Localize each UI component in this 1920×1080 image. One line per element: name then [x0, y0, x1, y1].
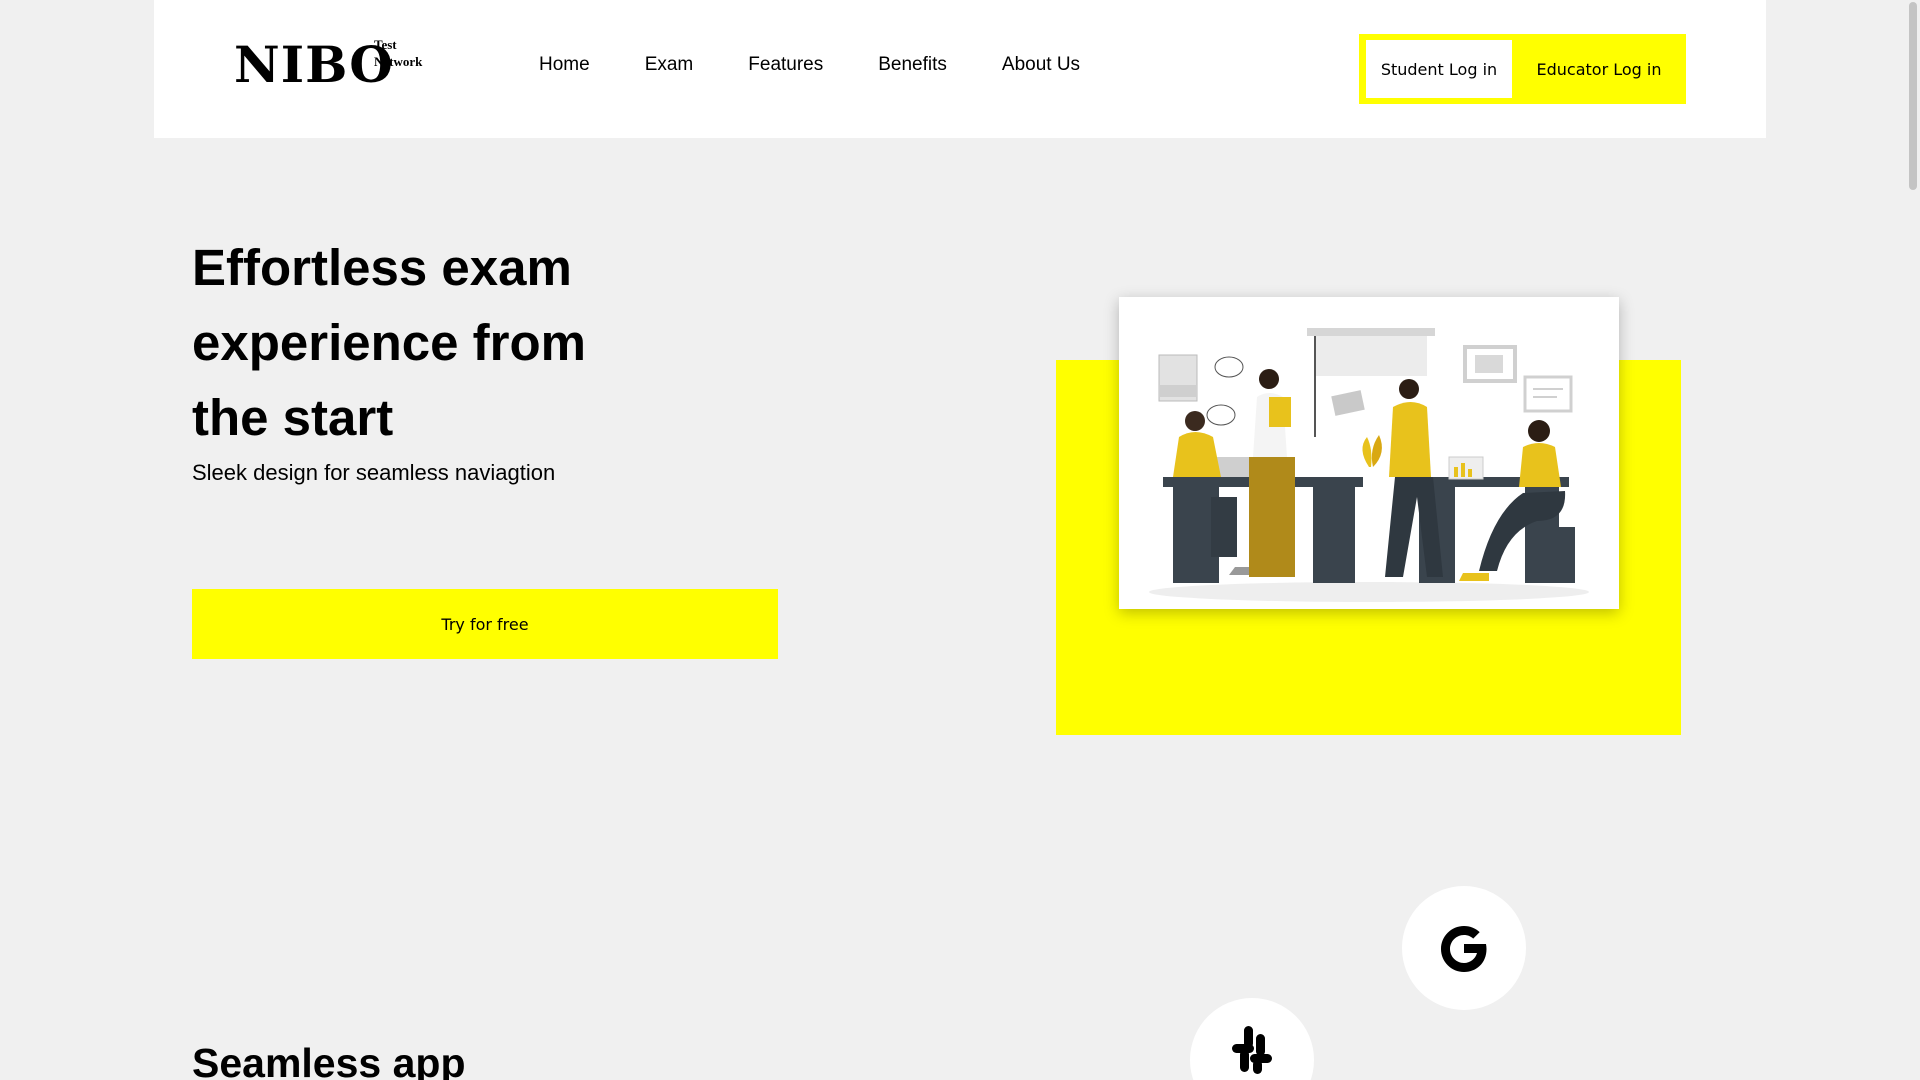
google-icon — [1441, 926, 1487, 972]
nav-about-us[interactable]: About Us — [1002, 54, 1080, 76]
hero-title-line-2: experience from — [192, 314, 587, 371]
page-scrollbar[interactable] — [1905, 0, 1920, 1080]
office-team-illustration — [1149, 328, 1589, 602]
nav-benefits[interactable]: Benefits — [878, 54, 947, 76]
scrollbar-thumb[interactable] — [1909, 2, 1917, 190]
hero-title-line-3: the start — [192, 389, 394, 446]
section-title: Seamless app — [192, 1040, 466, 1080]
hero-title-line-1: Effortless exam — [192, 239, 572, 296]
logo-tagline: Test Network — [374, 36, 422, 70]
hero-title: Effortless exam experience from the star… — [192, 230, 792, 455]
nav-features[interactable]: Features — [748, 54, 823, 76]
login-button-group: Student Log in Educator Log in — [1359, 34, 1686, 104]
nav-exam[interactable]: Exam — [645, 54, 694, 76]
student-login-button[interactable]: Student Log in — [1366, 40, 1512, 98]
logo[interactable]: NIBO Test Network — [234, 34, 454, 94]
google-integration-badge — [1402, 886, 1526, 1010]
hero-subtitle: Sleek design for seamless naviagtion — [192, 460, 556, 485]
slack-icon — [1232, 1026, 1272, 1074]
try-for-free-button[interactable]: Try for free — [192, 589, 778, 659]
main-nav: Home Exam Features Benefits About Us — [539, 54, 1135, 76]
slack-integration-badge — [1190, 998, 1314, 1080]
logo-tagline-line-2: Network — [374, 54, 423, 69]
educator-login-button[interactable]: Educator Log in — [1519, 40, 1679, 98]
logo-wordmark: NIBO — [234, 35, 394, 94]
logo-tagline-line-1: Test — [374, 37, 397, 52]
nav-home[interactable]: Home — [539, 54, 590, 76]
site-header: NIBO Test Network Home Exam Features Ben… — [154, 0, 1766, 138]
hero-illustration — [1119, 297, 1619, 609]
